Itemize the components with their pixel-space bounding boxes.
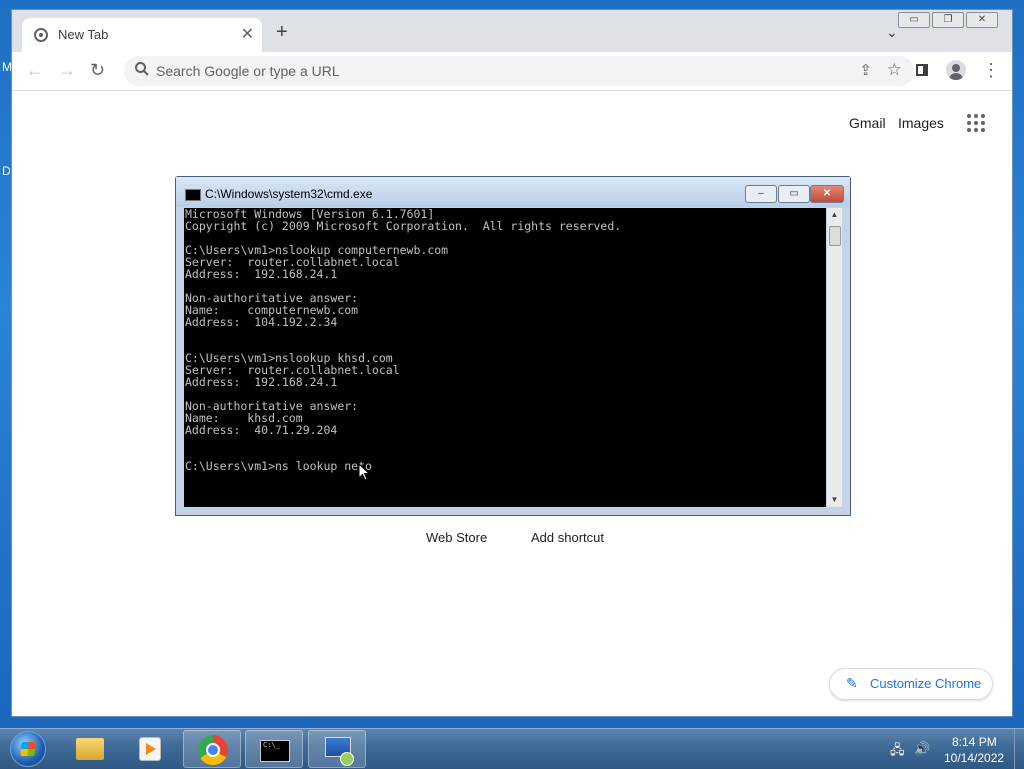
- new-tab-button[interactable]: +: [276, 22, 288, 42]
- bookmark-star-icon[interactable]: ☆: [887, 60, 902, 80]
- folder-icon: [76, 738, 104, 760]
- cmd-close-button[interactable]: ✕: [810, 185, 844, 203]
- console-output[interactable]: Microsoft Windows [Version 6.1.7601] Cop…: [184, 208, 826, 507]
- cmd-titlebar[interactable]: C:\Windows\system32\cmd.exe – ▭ ✕: [176, 177, 850, 207]
- clock-time[interactable]: 8:14 PM: [952, 735, 997, 749]
- apps-grid-icon[interactable]: [967, 114, 985, 132]
- search-icon: [135, 62, 149, 76]
- start-button[interactable]: [10, 731, 46, 767]
- volume-icon[interactable]: 🔊: [914, 741, 930, 757]
- network-icon[interactable]: 🖧: [890, 741, 905, 763]
- scrollbar-thumb[interactable]: [829, 226, 841, 246]
- desktop-icon-fragment: D: [2, 164, 11, 178]
- gmail-link[interactable]: Gmail: [849, 115, 886, 131]
- chrome-menu-icon[interactable]: ⋮: [982, 60, 1000, 81]
- address-placeholder: Search Google or type a URL: [156, 63, 340, 79]
- restore-button[interactable]: ❐: [932, 12, 964, 28]
- cmd-scrollbar[interactable]: ▲ ▼: [827, 208, 842, 507]
- images-link[interactable]: Images: [898, 115, 944, 131]
- clock-date[interactable]: 10/14/2022: [944, 751, 1004, 765]
- tab-new-tab[interactable]: New Tab ✕: [22, 18, 262, 52]
- scroll-up-arrow-icon[interactable]: ▲: [827, 208, 842, 222]
- window-controls: ▭ ❐ ✕: [896, 12, 998, 28]
- taskbar-media-player[interactable]: [121, 730, 179, 768]
- customize-chrome-button[interactable]: ✎ Customize Chrome: [829, 668, 993, 700]
- pencil-icon: ✎: [846, 675, 858, 691]
- cmd-window: C:\Windows\system32\cmd.exe – ▭ ✕ Micros…: [175, 176, 851, 516]
- console-text: Microsoft Windows [Version 6.1.7601] Cop…: [185, 208, 622, 473]
- taskbar-chrome[interactable]: [183, 730, 241, 768]
- chrome-favicon-icon: [34, 28, 48, 42]
- mouse-cursor-icon: [358, 463, 370, 481]
- tab-close-icon[interactable]: ✕: [241, 24, 254, 44]
- cmd-minimize-button[interactable]: –: [745, 185, 777, 203]
- remote-desktop-icon: [325, 737, 354, 766]
- cmd-maximize-button[interactable]: ▭: [778, 185, 810, 203]
- tab-strip: New Tab ✕ + ⌄ ▭ ❐ ✕: [12, 10, 1012, 52]
- taskbar-remote-desktop[interactable]: [308, 730, 366, 768]
- minimize-button[interactable]: ▭: [898, 12, 930, 28]
- side-panel-icon[interactable]: [916, 64, 928, 76]
- taskbar: C:\_ 🖧 🔊 8:14 PM 10/14/2022: [0, 728, 1024, 769]
- customize-chrome-label: Customize Chrome: [870, 676, 982, 691]
- profile-avatar-icon[interactable]: [946, 60, 966, 80]
- back-arrow-icon[interactable]: ←: [26, 60, 44, 81]
- cmd-icon: C:\_: [260, 740, 290, 762]
- close-button[interactable]: ✕: [966, 12, 998, 28]
- taskbar-cmd[interactable]: C:\_: [245, 730, 303, 768]
- cmd-title: C:\Windows\system32\cmd.exe: [205, 187, 373, 201]
- toolbar: ← → ↻ Search Google or type a URL ⇪ ☆ ⋮: [12, 52, 1012, 91]
- taskbar-explorer[interactable]: [60, 730, 118, 768]
- address-bar[interactable]: Search Google or type a URL ⇪ ☆: [124, 56, 914, 86]
- media-player-icon: [139, 737, 161, 761]
- forward-arrow-icon[interactable]: →: [58, 60, 76, 81]
- shortcut-add[interactable]: Add shortcut: [531, 530, 604, 545]
- reload-icon[interactable]: ↻: [90, 60, 105, 81]
- scroll-down-arrow-icon[interactable]: ▼: [827, 493, 842, 507]
- tab-title: New Tab: [58, 27, 109, 42]
- desktop-icon-fragment: M: [2, 60, 12, 74]
- chrome-icon: [198, 735, 228, 765]
- cmd-app-icon: [185, 189, 201, 201]
- shortcut-web-store[interactable]: Web Store: [426, 530, 487, 545]
- share-icon[interactable]: ⇪: [859, 61, 872, 79]
- show-desktop-button[interactable]: [1014, 729, 1024, 769]
